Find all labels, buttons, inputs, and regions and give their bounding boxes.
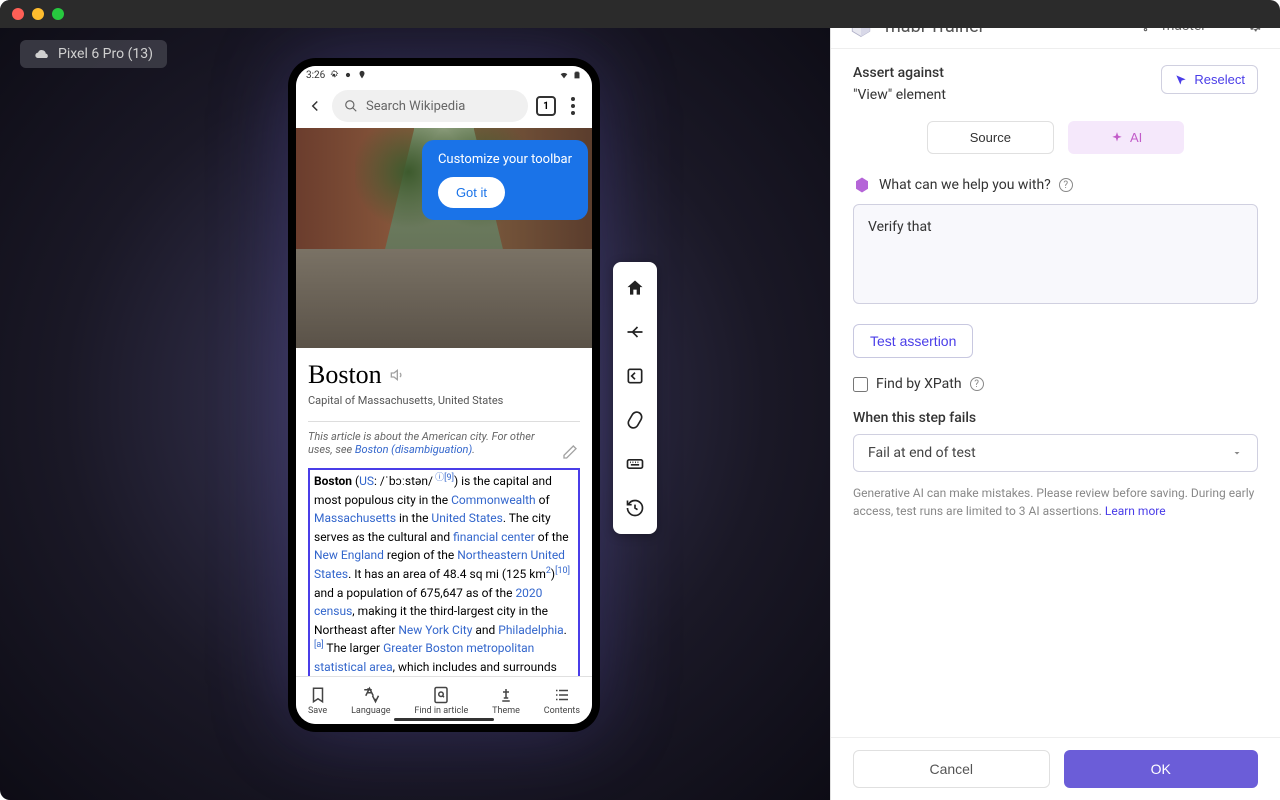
find-icon (432, 686, 450, 704)
contents-icon (553, 686, 571, 704)
keyboard-button[interactable] (613, 446, 657, 482)
emulator-controls (613, 262, 657, 534)
ok-button[interactable]: OK (1064, 750, 1259, 788)
device-badge[interactable]: Pixel 6 Pro (13) (20, 40, 167, 68)
titlebar (0, 0, 1280, 28)
disambiguation-link[interactable]: Boston (disambiguation) (355, 443, 472, 456)
test-assertion-button[interactable]: Test assertion (853, 324, 973, 358)
search-icon (344, 99, 358, 113)
assertion-input[interactable]: Verify that (853, 204, 1258, 304)
fail-section-label: When this step fails (853, 410, 1258, 426)
hero-image: Customize your toolbar Got it (296, 128, 592, 348)
tab-save[interactable]: Save (308, 686, 327, 716)
phone-screen[interactable]: 3:26 (296, 66, 592, 724)
overview-button[interactable] (613, 358, 657, 394)
assert-against-label: Assert against (853, 65, 946, 81)
tab-find[interactable]: Find in article (414, 686, 468, 716)
article-title: Boston (308, 360, 382, 390)
pin-icon (357, 70, 367, 80)
emulator-viewport: Pixel 6 Pro (13) 3:26 (0, 0, 830, 800)
home-indicator[interactable] (394, 718, 494, 721)
status-bar: 3:26 (296, 66, 592, 84)
tab-ai[interactable]: AI (1068, 121, 1184, 154)
battery-icon (572, 70, 582, 80)
tooltip-text: Customize your toolbar (438, 152, 572, 167)
fail-behavior-select[interactable]: Fail at end of test (853, 434, 1258, 472)
search-placeholder: Search Wikipedia (366, 99, 465, 114)
tab-language[interactable]: Language (351, 686, 390, 716)
maximize-window[interactable] (52, 8, 64, 20)
phone-frame: 3:26 (288, 58, 600, 732)
minimize-window[interactable] (32, 8, 44, 20)
cursor-icon (1174, 73, 1188, 87)
wiki-header: Search Wikipedia 1 (296, 84, 592, 128)
edit-icon[interactable] (562, 444, 578, 460)
help-tooltip-icon[interactable]: ? (1059, 178, 1073, 192)
wifi-icon (559, 70, 569, 80)
tab-contents[interactable]: Contents (544, 686, 580, 716)
bookmark-icon (309, 686, 327, 704)
speaker-icon[interactable] (390, 367, 406, 383)
article-subtitle: Capital of Massachusetts, United States (308, 394, 580, 407)
back-button[interactable] (306, 97, 324, 115)
gear-icon (329, 70, 339, 80)
trainer-panel: mabl Trainer master Assert against "View… (830, 0, 1280, 800)
article-text-selected[interactable]: Boston (US: /ˈbɔːstən/ ⓘ[9]) is the capi… (308, 468, 580, 676)
bottom-nav: Save Language Find in article Theme Cont… (296, 676, 592, 724)
language-icon (362, 686, 380, 704)
search-input[interactable]: Search Wikipedia (332, 90, 528, 122)
find-by-xpath-checkbox[interactable] (853, 377, 868, 392)
disclaimer-text: Generative AI can make mistakes. Please … (853, 484, 1258, 520)
overflow-menu[interactable] (564, 97, 582, 115)
assert-target: "View" element (853, 87, 946, 103)
home-button[interactable] (613, 270, 657, 306)
theme-icon (497, 686, 515, 704)
disambiguation-note: This article is about the American city.… (308, 430, 580, 456)
article-body: Boston Capital of Massachusetts, United … (296, 348, 592, 676)
sparkle-icon (1110, 131, 1124, 145)
xpath-help-icon[interactable]: ? (970, 377, 984, 391)
divider (308, 421, 580, 422)
history-button[interactable] (613, 490, 657, 526)
rotate-button[interactable] (613, 402, 657, 438)
device-name: Pixel 6 Pro (13) (58, 46, 153, 62)
find-by-xpath-label: Find by XPath (876, 376, 962, 392)
tab-theme[interactable]: Theme (492, 686, 520, 716)
tooltip-dismiss-button[interactable]: Got it (438, 177, 505, 208)
hexagon-icon (853, 176, 871, 194)
dot-icon (343, 70, 353, 80)
tooltip-popup: Customize your toolbar Got it (422, 140, 588, 220)
reselect-button[interactable]: Reselect (1161, 65, 1258, 94)
help-label: What can we help you with? (879, 177, 1051, 193)
chevron-down-icon (1231, 447, 1243, 459)
tabs-button[interactable]: 1 (536, 96, 556, 116)
cancel-button[interactable]: Cancel (853, 750, 1050, 788)
close-window[interactable] (12, 8, 24, 20)
learn-more-link[interactable]: Learn more (1105, 504, 1166, 518)
back-button-emulator[interactable] (613, 314, 657, 350)
cloud-icon (34, 46, 50, 62)
status-time: 3:26 (306, 70, 325, 81)
tab-source[interactable]: Source (927, 121, 1054, 154)
